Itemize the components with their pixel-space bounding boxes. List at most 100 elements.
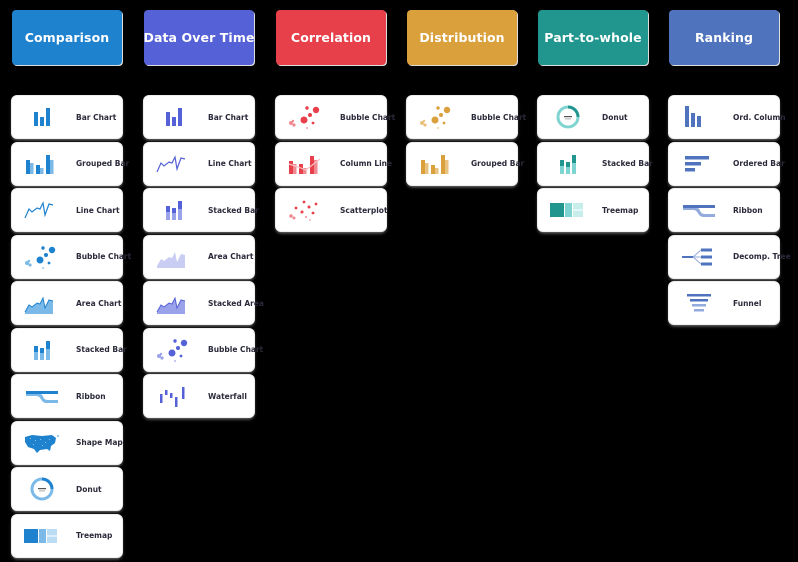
chart-card-label: Bar Chart: [76, 112, 117, 122]
chart-card-label: Shape Map: [76, 438, 123, 447]
chart-card-label: Grouped Bar: [76, 159, 130, 168]
chart-card-label: Line Chart: [76, 205, 120, 215]
category-header-comparison[interactable]: Comparison: [12, 10, 122, 65]
chart-card-area-chart[interactable]: Area Chart: [12, 282, 122, 324]
stacked-bar-icon: [20, 335, 64, 365]
chart-card-label: Bubble Chart: [340, 112, 396, 122]
chart-card-label: Stacked Bar: [602, 159, 653, 168]
chart-card-ord-column[interactable]: Ord. Column: [669, 96, 786, 138]
chart-card-label: Column Line: [340, 159, 393, 168]
category-header-ranking[interactable]: Ranking: [669, 10, 779, 65]
chart-card-bar-chart[interactable]: Bar Chart: [12, 96, 122, 138]
chart-card-label: Treemap: [76, 531, 113, 540]
chart-card-label: Ribbon: [733, 205, 763, 215]
area-chart-icon: [152, 288, 196, 318]
chart-card-label: Funnel: [733, 298, 762, 308]
chart-card-donut[interactable]: Donut: [12, 468, 122, 510]
column-line-icon: [284, 149, 328, 179]
chart-card-ribbon[interactable]: Ribbon: [669, 189, 779, 231]
chart-card-label: Line Chart: [208, 159, 252, 168]
chart-card-label: Area Chart: [208, 252, 254, 261]
card-list: Ord. Column Ordered Bar Ribbon Decomp. Tree…: [669, 96, 791, 324]
card-list: Donut Stacked Bar Treemap: [538, 96, 653, 231]
waterfall-icon: [152, 381, 196, 411]
category-header-distribution[interactable]: Distribution: [407, 10, 517, 65]
chart-card-stacked-bar[interactable]: Stacked Bar: [538, 142, 653, 185]
stacked-bar-icon: [152, 195, 196, 225]
chart-card-shape-map[interactable]: Shape Map: [12, 421, 123, 464]
donut-chart-icon: [20, 474, 64, 504]
category-header-data-over-time[interactable]: Data Over Time: [143, 10, 254, 65]
line-chart-icon: [152, 149, 196, 179]
chart-card-ribbon[interactable]: Ribbon: [12, 375, 122, 417]
bubble-chart-icon: [152, 335, 196, 365]
decomposition-tree-icon: [677, 242, 721, 272]
category-header-correlation[interactable]: Correlation: [276, 10, 386, 65]
chart-card-stacked-bar[interactable]: Stacked Bar: [144, 189, 259, 231]
bar-chart-icon: [152, 102, 196, 132]
chart-card-ordered-bar[interactable]: Ordered Bar: [669, 142, 785, 185]
chart-card-bubble-chart[interactable]: Bubble Chart: [144, 328, 263, 371]
donut-chart-icon: [546, 102, 590, 132]
scatterplot-icon: [284, 195, 328, 225]
column-data-over-time: Data Over Time Bar Chart Line Chart Stacked…: [143, 10, 264, 422]
stacked-bar-icon: [546, 149, 590, 179]
column-correlation: Correlation Bubble Chart Column Line Scatte…: [276, 10, 395, 236]
column-part-to-whole: Part-to-whole Donut Stacked Bar Treemap: [538, 10, 653, 236]
chart-card-label: Donut: [76, 484, 102, 494]
card-list: Bubble Chart Column Line Scatterplot: [276, 96, 395, 231]
chart-card-label: Area Chart: [76, 298, 122, 308]
chart-card-label: Bar Chart: [208, 112, 249, 122]
chart-card-label: Bubble Chart: [471, 112, 527, 122]
chart-card-bubble-chart[interactable]: Bubble Chart: [276, 96, 395, 138]
bar-chart-icon: [20, 102, 64, 132]
column-comparison: Comparison Bar Chart Grouped Bar Line Chart…: [12, 10, 131, 561]
chart-card-label: Stacked Bar: [208, 205, 259, 215]
ordered-bar-icon: [677, 149, 721, 179]
area-chart-icon: [152, 242, 196, 272]
chart-card-scatterplot[interactable]: Scatterplot: [276, 189, 388, 231]
treemap-icon: [546, 195, 590, 225]
chart-card-funnel[interactable]: Funnel: [669, 282, 779, 324]
chart-card-stacked-area[interactable]: Stacked Area: [144, 282, 264, 324]
chart-card-decomp-tree[interactable]: Decomp. Tree: [669, 235, 791, 278]
chart-card-grouped-bar[interactable]: Grouped Bar: [12, 142, 129, 185]
ribbon-chart-icon: [677, 195, 721, 225]
chart-card-bubble-chart[interactable]: Bubble Chart: [12, 235, 131, 278]
ribbon-chart-icon: [20, 381, 64, 411]
chart-card-treemap[interactable]: Treemap: [538, 189, 648, 231]
chart-card-label: Scatterplot: [340, 205, 388, 215]
chart-card-treemap[interactable]: Treemap: [12, 514, 122, 557]
chart-card-line-chart[interactable]: Line Chart: [12, 189, 122, 231]
chart-card-line-chart[interactable]: Line Chart: [144, 142, 254, 185]
funnel-icon: [677, 288, 721, 318]
chart-card-donut[interactable]: Donut: [538, 96, 648, 138]
chart-card-grouped-bar[interactable]: Grouped Bar: [407, 142, 524, 185]
chart-card-label: Waterfall: [208, 391, 247, 401]
category-header-part-to-whole[interactable]: Part-to-whole: [538, 10, 648, 65]
chart-card-label: Bubble Chart: [76, 252, 132, 261]
chart-card-label: Treemap: [602, 205, 639, 215]
chart-card-label: Decomp. Tree: [733, 252, 791, 261]
bubble-chart-icon: [20, 242, 64, 272]
card-list: Bar Chart Grouped Bar Line Chart Bubble Cha…: [12, 96, 131, 557]
shape-map-icon: [20, 428, 64, 458]
bubble-chart-icon: [415, 102, 459, 132]
chart-card-stacked-bar[interactable]: Stacked Bar: [12, 328, 127, 371]
bubble-chart-icon: [284, 102, 328, 132]
chart-card-label: Grouped Bar: [471, 159, 525, 168]
chart-card-waterfall[interactable]: Waterfall: [144, 375, 254, 417]
chart-card-column-line[interactable]: Column Line: [276, 142, 392, 185]
chart-card-bubble-chart[interactable]: Bubble Chart: [407, 96, 526, 138]
line-chart-icon: [20, 195, 64, 225]
chart-card-label: Ord. Column: [733, 112, 786, 122]
grouped-bar-icon: [20, 149, 64, 179]
chart-card-label: Stacked Bar: [76, 345, 127, 354]
grouped-bar-icon: [415, 149, 459, 179]
column-distribution: Distribution Bubble Chart Grouped Bar: [407, 10, 526, 189]
chart-card-area-chart[interactable]: Area Chart: [144, 235, 254, 278]
column-ranking: Ranking Ord. Column Ordered Bar Ribbon Decom…: [669, 10, 791, 329]
chart-card-bar-chart[interactable]: Bar Chart: [144, 96, 254, 138]
card-list: Bar Chart Line Chart Stacked Bar Area Chart…: [144, 96, 264, 417]
card-list: Bubble Chart Grouped Bar: [407, 96, 526, 185]
